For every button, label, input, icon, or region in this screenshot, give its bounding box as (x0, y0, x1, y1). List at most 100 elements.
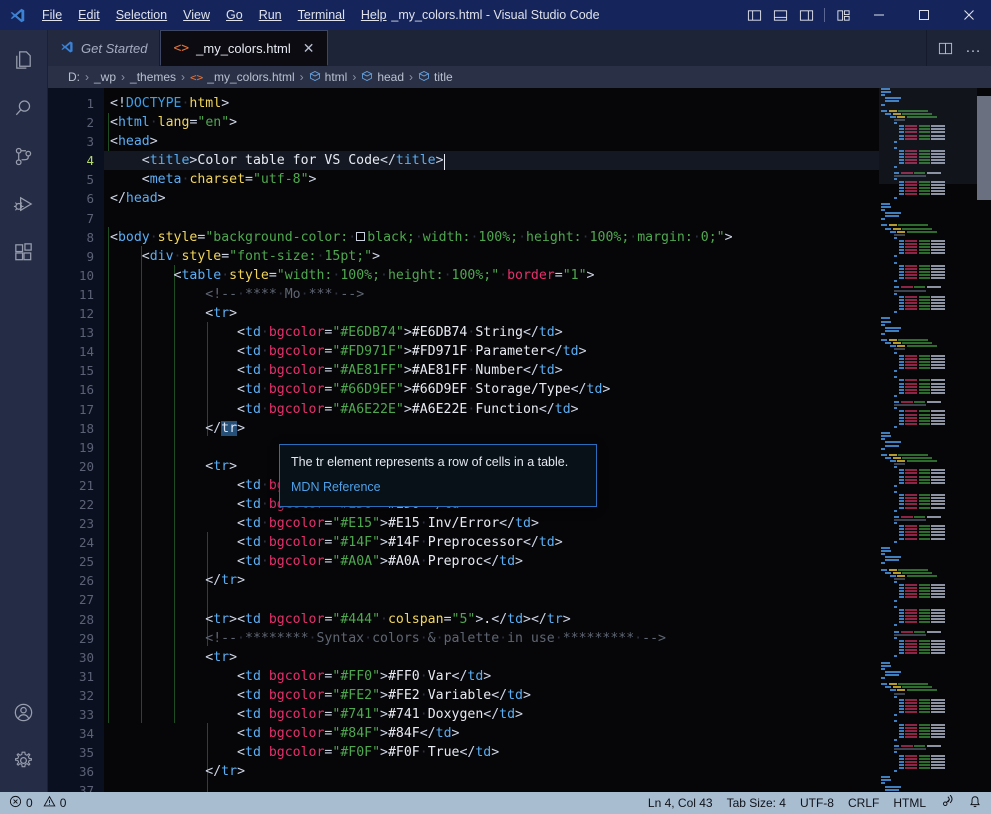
toggle-panel-icon[interactable] (767, 0, 793, 30)
code-line-10: <table·style="width:·100%;·height:·100%;… (173, 267, 595, 283)
hover-tooltip[interactable]: The tr element represents a row of cells… (279, 444, 597, 507)
minimap-slider[interactable] (879, 88, 977, 184)
menu-edit[interactable]: Edit (70, 4, 108, 26)
breadcrumb-item-themes[interactable]: _themes (130, 70, 176, 84)
activity-item-manage[interactable] (0, 736, 48, 784)
activity-item-accounts[interactable] (0, 688, 48, 736)
code-line-29: <!--·********·Syntax·colors·&·palette·in… (205, 630, 666, 646)
window-close-button[interactable] (946, 0, 991, 30)
tab-close-icon[interactable]: ✕ (303, 41, 315, 55)
menu-bar[interactable]: File Edit Selection View Go Run Terminal… (34, 4, 395, 26)
code-content[interactable]: <!DOCTYPE·html> <html·lang="en"> <head> … (104, 88, 991, 792)
code-line-31: <td bgcolor="#FF0">#FF0·Var</td> (237, 668, 492, 684)
line-number: 31 (78, 668, 94, 684)
symbol-field-icon (361, 70, 373, 85)
line-number: 32 (78, 687, 94, 703)
toggle-secondary-sidebar-icon[interactable] (793, 0, 819, 30)
menu-help[interactable]: Help (353, 4, 395, 26)
code-line-25: <td·bgcolor="#A0A">#A0A·Preproc</td> (237, 554, 523, 570)
code-line-5: <meta·charset="utf-8"> (141, 172, 317, 188)
window-minimize-button[interactable] (856, 0, 901, 30)
more-actions-icon[interactable]: … (959, 31, 987, 65)
code-editor[interactable]: 1 2 3 4 5 6 7 8 9 10 11 12 13 14 15 16 17 18 19 20 21 22 23 24 2… (48, 88, 991, 792)
line-number: 25 (78, 554, 94, 570)
activity-item-extensions[interactable] (0, 228, 48, 276)
line-number: 27 (78, 592, 94, 608)
line-number: 37 (78, 783, 94, 792)
code-line-4: <title>Color table for VS Code</title> (104, 151, 991, 171)
window-maximize-button[interactable] (901, 0, 946, 30)
line-number: 26 (78, 573, 94, 589)
status-language-mode[interactable]: HTML (886, 792, 933, 814)
editor-group: Get Started <> _my_colors.html ✕ … D: › (48, 30, 991, 792)
split-editor-icon[interactable] (931, 31, 959, 65)
status-editor-position[interactable]: Ln 4, Col 43 (641, 792, 720, 814)
status-live-share[interactable] (933, 792, 961, 814)
code-line-30: <tr> (205, 649, 238, 665)
line-number: 16 (78, 382, 94, 398)
code-line-12: <tr> (205, 306, 238, 322)
customize-layout-icon[interactable] (830, 0, 856, 30)
title-bar: File Edit Selection View Go Run Terminal… (0, 0, 991, 30)
menu-view[interactable]: View (175, 4, 218, 26)
line-number: 2 (86, 115, 94, 131)
status-notifications[interactable] (961, 792, 989, 814)
breadcrumb-item-title[interactable]: title (418, 70, 453, 85)
menu-go[interactable]: Go (218, 4, 251, 26)
status-indentation[interactable]: Tab Size: 4 (720, 792, 793, 814)
breadcrumb-item-head[interactable]: head (361, 70, 404, 85)
line-number: 19 (78, 439, 94, 455)
line-number: 18 (78, 420, 94, 436)
activity-item-explorer[interactable] (0, 36, 48, 84)
toolbar-divider (824, 8, 825, 22)
editor-tab-bar: Get Started <> _my_colors.html ✕ … (48, 30, 991, 66)
breadcrumb-item-html[interactable]: html (309, 70, 347, 85)
line-number: 20 (78, 458, 94, 474)
vscode-logo-icon (0, 0, 34, 30)
breadcrumb-item-drive[interactable]: D: (68, 70, 80, 84)
line-number: 22 (78, 496, 94, 512)
code-line-24: <td·bgcolor="#14F">#14F·Preprocessor</td… (237, 535, 563, 551)
toggle-primary-sidebar-icon[interactable] (741, 0, 767, 30)
line-number: 36 (78, 764, 94, 780)
line-number: 8 (86, 229, 94, 245)
line-number: 33 (78, 707, 94, 722)
status-encoding[interactable]: UTF-8 (793, 792, 841, 814)
activity-item-source-control[interactable] (0, 132, 48, 180)
bell-icon (968, 795, 982, 812)
code-line-35: <td bgcolor="#F0F">#F0F·True</td> (237, 745, 500, 761)
menu-selection[interactable]: Selection (108, 4, 175, 26)
files-icon (16, 50, 31, 69)
scrollbar-thumb[interactable] (977, 96, 991, 200)
code-line-15: <td·bgcolor="#AE81FF">#AE81FF·Number</td… (237, 363, 563, 379)
mdn-reference-link[interactable]: MDN Reference (291, 480, 381, 494)
status-eol[interactable]: CRLF (841, 792, 886, 814)
activity-item-run-and-debug[interactable] (0, 180, 48, 228)
code-line-33: <td bgcolor="#741">#741·Doxygen</td> (237, 707, 523, 722)
tab-my-colors-html[interactable]: <> _my_colors.html ✕ (160, 30, 328, 66)
breadcrumb-separator: › (181, 70, 186, 84)
vscode-logo-icon (60, 40, 74, 57)
line-number: 28 (78, 611, 94, 627)
status-problems[interactable]: 0 0 (2, 792, 73, 814)
tab-get-started[interactable]: Get Started (48, 30, 161, 66)
line-number-gutter: 1 2 3 4 5 6 7 8 9 10 11 12 13 14 15 16 17 18 19 20 21 22 23 24 2… (48, 88, 104, 792)
gear-icon (14, 751, 33, 767)
tab-label: _my_colors.html (196, 40, 291, 56)
breadcrumb-item-wp[interactable]: _wp (94, 70, 116, 84)
editor-vertical-scrollbar[interactable] (977, 88, 991, 792)
breadcrumb-separator: › (299, 70, 304, 84)
line-number: 24 (78, 535, 94, 551)
activity-item-search[interactable] (0, 84, 48, 132)
line-number: 9 (86, 248, 94, 264)
line-number: 29 (78, 630, 94, 646)
line-number: 3 (86, 134, 94, 150)
menu-run[interactable]: Run (251, 4, 290, 26)
line-number: 11 (78, 286, 94, 302)
code-line-11: <!--·****·Mo·***·--> (205, 286, 365, 302)
menu-file[interactable]: File (34, 4, 70, 26)
breadcrumb-item-file[interactable]: <> _my_colors.html (190, 70, 295, 84)
breadcrumb-separator: › (85, 70, 89, 84)
menu-terminal[interactable]: Terminal (290, 4, 353, 26)
